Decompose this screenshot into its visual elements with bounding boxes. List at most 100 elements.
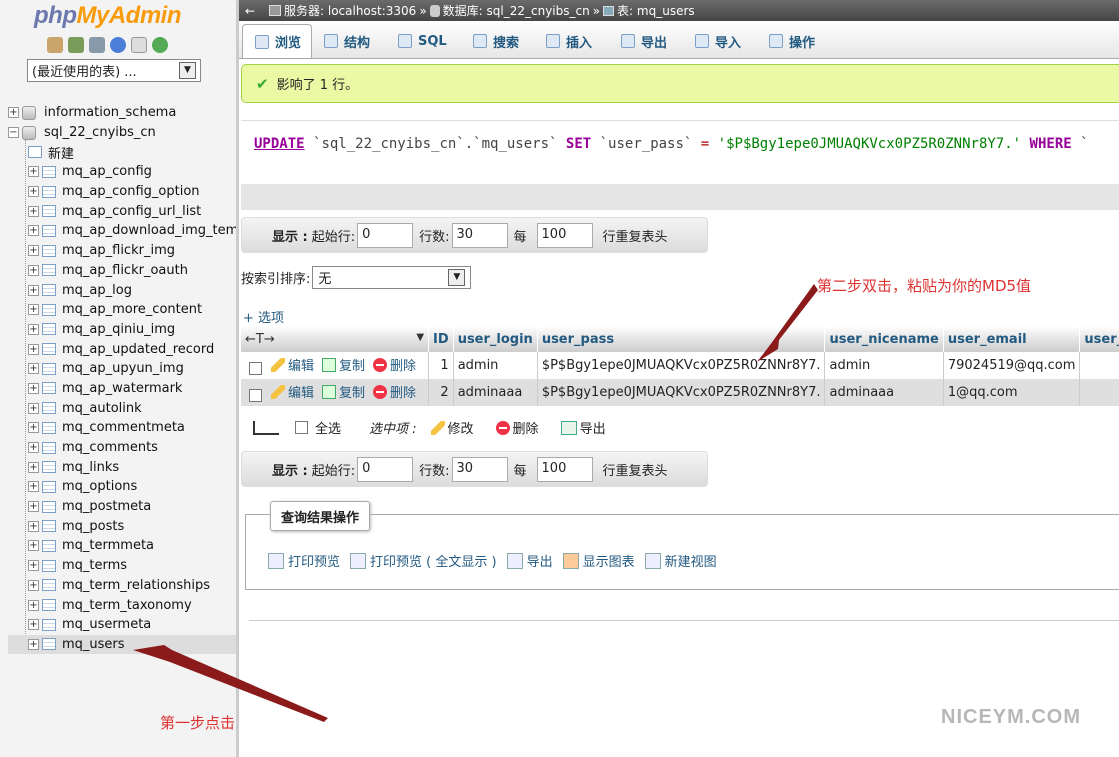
sidebar-table-item[interactable]: + mq_autolink — [8, 398, 236, 418]
copy-link[interactable]: 复制 — [322, 355, 365, 374]
phpmyadmin-logo[interactable]: phpMyAdmin — [34, 2, 181, 30]
sidebar-table-item[interactable]: + mq_ap_flickr_oauth — [8, 261, 236, 281]
expand-icon[interactable]: + — [28, 638, 39, 650]
export-link[interactable]: 导出 — [527, 551, 553, 570]
expand-icon[interactable]: + — [28, 225, 39, 237]
cell-user-pass[interactable]: $P$Bgy1epe0JMUAQKVcx0PZ5R0ZNNr8Y7. — [537, 379, 826, 406]
chart-link[interactable]: 显示图表 — [583, 551, 635, 570]
expand-icon[interactable]: + — [28, 481, 39, 493]
logout-icon[interactable] — [89, 37, 105, 53]
expand-icon[interactable]: + — [28, 461, 39, 473]
expand-icon[interactable]: + — [28, 245, 39, 257]
cell-user-login[interactable]: adminaaa — [453, 379, 538, 406]
sql-query[interactable]: UPDATE `sql_22_cnyibs_cn`.`mq_users` SET… — [241, 121, 1119, 184]
expand-icon[interactable]: + — [28, 363, 39, 375]
back-arrow-icon[interactable]: ← — [239, 4, 261, 18]
repeat-header-input[interactable]: 100 — [536, 222, 593, 248]
sidebar-table-item[interactable]: + mq_ap_watermark — [8, 379, 236, 399]
rows-input[interactable]: 30 — [451, 222, 508, 248]
db-item-sql-22[interactable]: − sql_22_cnyibs_cn — [8, 123, 236, 143]
sidebar-table-item[interactable]: + mq_ap_config_option — [8, 182, 236, 202]
cell-user-email[interactable]: 1@qq.com — [943, 379, 1081, 406]
create-view-link[interactable]: 新建视图 — [665, 551, 717, 570]
expand-icon[interactable]: + — [28, 284, 39, 296]
breadcrumb-server[interactable]: 服务器: localhost:3306 — [284, 2, 416, 19]
column-header-user-url[interactable]: user_url — [1079, 326, 1119, 352]
print-full-link[interactable]: 打印预览 ( 全文显示 ) — [370, 551, 497, 570]
row-checkbox[interactable] — [249, 388, 262, 402]
home-icon[interactable] — [47, 37, 63, 53]
cell-user-url[interactable] — [1079, 379, 1119, 406]
sidebar-table-item[interactable]: + mq_comments — [8, 438, 236, 458]
column-header-user-email[interactable]: user_email — [943, 326, 1081, 352]
breadcrumb-table[interactable]: 表: mq_users — [617, 2, 695, 19]
expand-icon[interactable]: + — [28, 166, 39, 178]
expand-icon[interactable]: + — [28, 402, 39, 414]
recent-tables-select[interactable]: (最近使用的表) ... ▼ — [27, 59, 201, 82]
bulk-change-button[interactable]: 修改 — [430, 418, 474, 437]
sort-toggle-icon[interactable]: ▼ — [416, 332, 424, 343]
expand-icon[interactable]: + — [28, 579, 39, 591]
delete-link[interactable]: 删除 — [373, 355, 416, 374]
expand-icon[interactable]: + — [28, 382, 39, 394]
sidebar-table-item[interactable]: + mq_ap_config_url_list — [8, 201, 236, 221]
sidebar-table-item[interactable]: + mq_postmeta — [8, 497, 236, 517]
docs-icon[interactable] — [131, 37, 147, 53]
sidebar-table-item[interactable]: + mq_terms — [8, 556, 236, 576]
copy-link[interactable]: 复制 — [322, 382, 365, 401]
sidebar-table-item[interactable]: + mq_ap_upyun_img — [8, 359, 236, 379]
cell-user-pass[interactable]: $P$Bgy1epe0JMUAQKVcx0PZ5R0ZNNr8Y7. — [537, 352, 826, 379]
options-link[interactable]: + 选项 — [243, 307, 284, 326]
row-checkbox[interactable] — [249, 361, 262, 375]
expand-icon[interactable]: + — [28, 323, 39, 335]
tab-browse[interactable]: 浏览 — [242, 24, 312, 58]
repeat-header-input[interactable]: 100 — [536, 456, 593, 482]
sidebar-table-item[interactable]: + mq_users — [8, 634, 236, 655]
tab-operations[interactable]: 操作 — [757, 24, 837, 58]
database-icon[interactable] — [68, 37, 84, 53]
expand-icon[interactable]: + — [28, 540, 39, 552]
tab-search[interactable]: 搜索 — [461, 24, 535, 58]
cell-user-nicename[interactable]: admin — [824, 352, 944, 379]
db-item-information-schema[interactable]: + information_schema — [8, 103, 236, 123]
sidebar-table-item[interactable]: + mq_usermeta — [8, 615, 236, 635]
expand-icon[interactable]: + — [28, 264, 39, 276]
start-row-input[interactable]: 0 — [357, 456, 414, 482]
expand-icon[interactable]: + — [28, 422, 39, 434]
sidebar-table-item[interactable]: + mq_termmeta — [8, 536, 236, 556]
check-all-checkbox[interactable] — [295, 421, 308, 434]
cell-id[interactable]: 1 — [428, 352, 454, 379]
sidebar-table-item[interactable]: + mq_posts — [8, 516, 236, 536]
sidebar-table-item[interactable]: + mq_term_taxonomy — [8, 595, 236, 615]
sidebar-table-item[interactable]: + mq_ap_download_img_tem — [8, 221, 236, 241]
sidebar-table-item[interactable]: + mq_links — [8, 457, 236, 477]
expand-icon[interactable]: + — [28, 304, 39, 316]
sidebar-table-item[interactable]: + mq_term_relationships — [8, 576, 236, 596]
column-header-user-nicename[interactable]: user_nicename — [824, 326, 944, 352]
tab-sql[interactable]: SQL — [386, 24, 459, 58]
help-icon[interactable] — [110, 37, 126, 53]
expand-icon[interactable]: + — [28, 520, 39, 532]
expand-icon[interactable]: + — [28, 442, 39, 454]
expand-icon[interactable]: + — [28, 186, 39, 198]
expand-icon[interactable]: + — [28, 599, 39, 611]
edit-link[interactable]: 编辑 — [271, 355, 314, 374]
new-table-item[interactable]: 新建 — [8, 142, 236, 162]
delete-link[interactable]: 删除 — [373, 382, 416, 401]
rows-input[interactable]: 30 — [451, 456, 508, 482]
collapse-icon[interactable]: − — [8, 127, 19, 139]
bulk-delete-button[interactable]: 删除 — [495, 418, 539, 437]
cell-id[interactable]: 2 — [428, 379, 454, 406]
sidebar-table-item[interactable]: + mq_options — [8, 477, 236, 497]
expand-icon[interactable]: + — [28, 343, 39, 355]
expand-icon[interactable]: + — [28, 501, 39, 513]
reload-icon[interactable] — [152, 37, 168, 53]
cell-user-login[interactable]: admin — [453, 352, 538, 379]
start-row-input[interactable]: 0 — [357, 222, 414, 248]
sidebar-table-item[interactable]: + mq_ap_log — [8, 280, 236, 300]
cell-user-url[interactable] — [1079, 352, 1119, 379]
expand-icon[interactable]: + — [28, 619, 39, 631]
expand-icon[interactable]: + — [8, 107, 19, 119]
sidebar-table-item[interactable]: + mq_ap_updated_record — [8, 339, 236, 359]
sidebar-table-item[interactable]: + mq_commentmeta — [8, 418, 236, 438]
